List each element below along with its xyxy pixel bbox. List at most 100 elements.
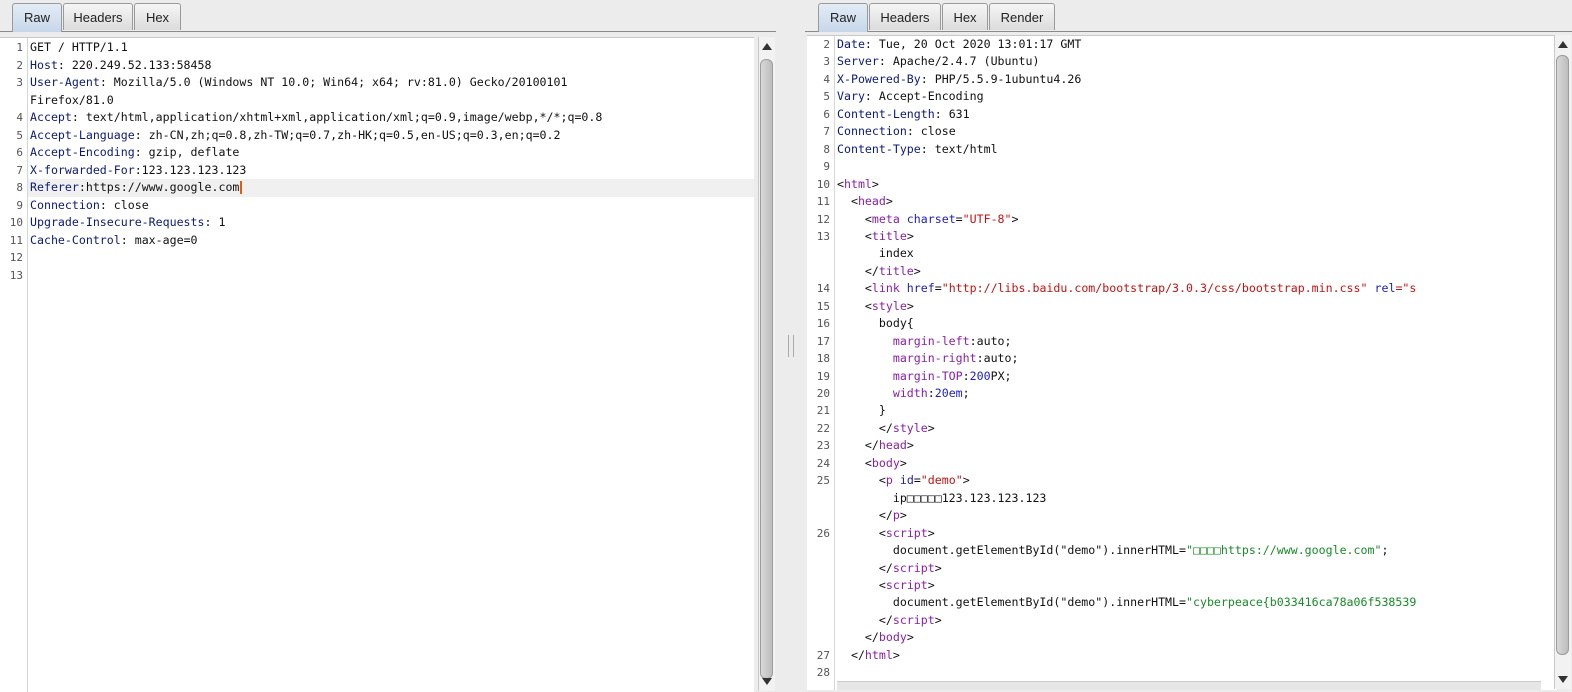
code-line[interactable]: Vary: Accept-Encoding (837, 88, 984, 106)
code-token: Cache-Control (30, 232, 121, 247)
response-scroll-thumb[interactable] (1556, 55, 1569, 655)
response-tab-headers[interactable]: Headers (869, 3, 941, 30)
request-tab-bar: Raw Headers Hex (0, 0, 776, 32)
code-token: </ (837, 630, 879, 645)
code-line[interactable]: document.getElementById("demo").innerHTM… (837, 594, 1417, 612)
code-line[interactable]: margin-left:auto; (837, 333, 1012, 351)
code-line[interactable]: margin-TOP:200PX; (837, 368, 1012, 386)
scroll-up-arrow-icon[interactable] (1558, 41, 1568, 48)
code-line[interactable]: Accept-Language: zh-CN,zh;q=0.8,zh-TW;q=… (30, 127, 561, 145)
code-line[interactable]: </style> (837, 420, 935, 438)
request-editor[interactable]: 1 GET / HTTP/1.1 2 Host: 220.249.52.133:584… (0, 37, 754, 692)
code-line[interactable]: <html> (837, 176, 879, 194)
code-line[interactable]: Server: Apache/2.4.7 (Ubuntu) (837, 53, 1039, 71)
code-line[interactable]: Referer:https://www.google.com (30, 179, 242, 197)
code-line[interactable]: X-forwarded-For:123.123.123.123 (30, 162, 246, 180)
code-token: "demo" (920, 473, 963, 488)
code-token: body{ (837, 316, 914, 331)
code-line[interactable]: Accept-Encoding: gzip, deflate (30, 144, 239, 162)
code-line[interactable]: <script> (837, 525, 935, 543)
code-token: id (892, 473, 914, 488)
line-number (807, 594, 830, 612)
code-line[interactable]: <link href="http://libs.baidu.com/bootst… (837, 280, 1416, 298)
code-line[interactable]: index (837, 245, 914, 263)
code-line[interactable]: Upgrade-Insecure-Requests: 1 (30, 214, 225, 232)
code-line[interactable]: <head> (837, 193, 893, 211)
line-number (807, 629, 830, 647)
splitter-grip-icon[interactable] (788, 335, 794, 357)
code-line[interactable]: Cache-Control: max-age=0 (30, 232, 198, 250)
response-tab-render[interactable]: Render (989, 3, 1055, 30)
code-token: User-Agent (30, 75, 100, 89)
code-line[interactable]: width:20em; (837, 385, 970, 403)
code-line[interactable]: </script> (837, 560, 942, 578)
pane-splitter[interactable] (776, 0, 805, 691)
code-line[interactable]: <style> (837, 298, 914, 316)
code-token: title (871, 228, 907, 243)
scroll-up-arrow-icon[interactable] (762, 43, 772, 50)
code-token: X-forwarded-For (30, 162, 135, 177)
code-token: charset (899, 211, 956, 226)
line-number (807, 577, 830, 595)
code-token: GET / HTTP/1.1 (30, 40, 128, 54)
code-line[interactable]: </head> (837, 437, 914, 455)
code-token: head (878, 438, 907, 453)
code-line[interactable]: <meta charset="UTF-8"> (837, 211, 1019, 229)
code-token: > (1011, 211, 1019, 226)
code-line[interactable]: </body> (837, 629, 914, 647)
code-line[interactable]: <title> (837, 228, 914, 246)
response-tab-raw[interactable]: Raw (818, 3, 868, 32)
response-horizontal-scrollbar[interactable] (837, 681, 1541, 690)
code-line[interactable]: Date: Tue, 20 Oct 2020 13:01:17 GMT (837, 36, 1081, 54)
code-line[interactable]: <p id="demo"> (837, 472, 970, 490)
code-line[interactable]: body{ (837, 315, 914, 333)
code-token: script (885, 577, 928, 592)
code-token: margin-TOP (892, 368, 963, 383)
code-line[interactable]: Content-Length: 631 (837, 106, 970, 124)
response-editor[interactable]: 2 Date: Tue, 20 Oct 2020 13:01:17 GMT 3 Ser… (807, 35, 1557, 690)
line-number (807, 490, 830, 508)
response-vertical-scrollbar[interactable] (1554, 35, 1571, 689)
code-line[interactable]: </p> (837, 507, 907, 525)
code-line[interactable]: Connection: close (837, 123, 956, 141)
code-line[interactable]: X-Powered-By: PHP/5.5.9-1ubuntu4.26 (837, 71, 1081, 89)
request-scroll-thumb[interactable] (760, 59, 773, 679)
code-line[interactable]: User-Agent: Mozilla/5.0 (Windows NT 10.0… (30, 74, 567, 92)
code-token: Upgrade-Insecure-Requests (30, 215, 205, 229)
code-token: Referer (30, 180, 79, 194)
code-line[interactable]: Content-Type: text/html (837, 141, 998, 159)
code-token: body (871, 455, 900, 470)
code-token: meta (871, 211, 900, 226)
line-number: 26 (816, 526, 830, 540)
code-token: < (837, 228, 872, 243)
line-number: 10 (9, 216, 23, 229)
code-token: = (934, 281, 942, 296)
code-token: Vary (837, 89, 865, 104)
line-number: 20 (816, 387, 830, 400)
request-tab-raw[interactable]: Raw (12, 3, 62, 32)
code-line[interactable]: Accept: text/html,application/xhtml+xml,… (30, 109, 602, 127)
code-line[interactable]: Firefox/81.0 (30, 92, 114, 110)
code-line[interactable]: <script> (837, 577, 935, 595)
code-token: link (871, 281, 900, 296)
scroll-down-arrow-icon[interactable] (1558, 676, 1568, 683)
request-vertical-scrollbar[interactable] (758, 37, 775, 691)
code-line[interactable]: Connection: close (30, 197, 149, 215)
code-line[interactable]: document.getElementById("demo").innerHTM… (837, 542, 1389, 560)
code-token: Content-Length (837, 106, 935, 121)
response-tab-hex[interactable]: Hex (942, 3, 988, 30)
request-tab-headers[interactable]: Headers (63, 3, 133, 30)
code-line[interactable]: } (837, 402, 886, 420)
code-line[interactable]: Host: 220.249.52.133:58458 (30, 57, 211, 75)
line-number (807, 507, 830, 525)
code-line[interactable]: margin-right:auto; (837, 350, 1019, 368)
code-token: 200 (969, 368, 991, 383)
code-line[interactable]: </script> (837, 612, 942, 630)
code-line[interactable]: ip□□□□□123.123.123.123 (837, 490, 1047, 508)
code-line[interactable]: <body> (837, 455, 907, 473)
code-line[interactable]: </title> (837, 263, 921, 281)
code-line[interactable]: GET / HTTP/1.1 (30, 39, 128, 57)
code-line[interactable]: </html> (837, 647, 900, 665)
scroll-down-arrow-icon[interactable] (762, 678, 772, 685)
request-tab-hex[interactable]: Hex (134, 3, 181, 30)
